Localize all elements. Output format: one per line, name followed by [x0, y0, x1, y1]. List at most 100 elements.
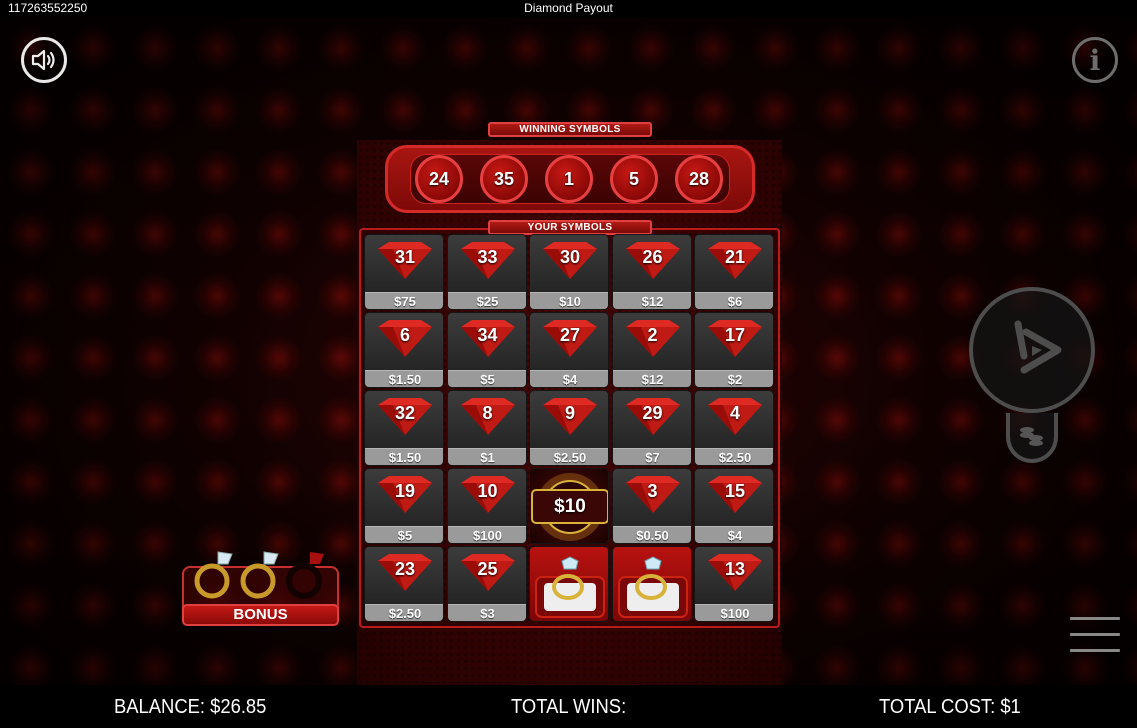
- hamburger-menu-icon[interactable]: [1070, 617, 1120, 655]
- symbol-number: 30: [559, 247, 581, 267]
- symbol-number: 29: [642, 403, 663, 423]
- symbol-number: 21: [724, 247, 746, 267]
- symbol-prize: $1.50: [365, 448, 443, 465]
- symbol-prize: $100: [695, 604, 773, 621]
- ring-box-icon: [535, 556, 605, 618]
- speaker-icon: [31, 49, 55, 71]
- symbol-cell[interactable]: 31 $75: [364, 234, 444, 310]
- menu-line: [1070, 649, 1120, 652]
- symbol-number: 19: [394, 481, 416, 501]
- bottom-bar: BALANCE: $26.85 TOTAL WINS: TOTAL COST: …: [0, 685, 1137, 728]
- instant-prize-value: $10: [554, 496, 586, 517]
- bonus-label: BONUS: [182, 604, 339, 626]
- symbol-prize: $2.50: [365, 604, 443, 621]
- coin-stack-icon: [1020, 427, 1043, 446]
- symbol-prize: $75: [365, 292, 443, 309]
- symbol-cell[interactable]: 4 $2.50: [694, 390, 774, 466]
- symbol-prize: $4: [530, 370, 608, 387]
- symbol-number: 34: [477, 325, 498, 345]
- winning-number: 1: [545, 155, 593, 203]
- symbol-number: 8: [482, 403, 493, 423]
- symbol-prize: $2.50: [695, 448, 773, 465]
- symbol-cell[interactable]: 17 $2: [694, 312, 774, 388]
- symbol-number: 32: [394, 403, 416, 423]
- symbol-prize: $12: [612, 370, 691, 387]
- symbol-prize: $2.50: [530, 448, 608, 465]
- winning-symbols-label: WINNING SYMBOLS: [488, 122, 652, 137]
- bet-coins-button[interactable]: [1006, 413, 1058, 463]
- symbol-cell[interactable]: 10 $100: [446, 468, 527, 544]
- symbol-cell[interactable]: 23 $2.50: [364, 546, 444, 622]
- sound-button[interactable]: [21, 37, 67, 83]
- symbol-number: 23: [394, 559, 416, 579]
- balance-label: BALANCE: $26.85: [114, 696, 267, 718]
- symbol-number: 31: [394, 247, 416, 267]
- ring-icon-empty: [286, 552, 324, 599]
- symbol-number: 3: [647, 481, 658, 501]
- symbol-prize: $4: [695, 526, 773, 543]
- symbol-number: 33: [477, 247, 498, 267]
- play-icon: [1014, 320, 1062, 374]
- symbol-prize: $7: [612, 448, 691, 465]
- symbol-cell[interactable]: 6 $1.50: [364, 312, 444, 388]
- symbol-cell[interactable]: 29 $7: [611, 390, 692, 466]
- symbol-prize: $5: [447, 370, 526, 387]
- ring-bonus-cell[interactable]: [529, 546, 609, 622]
- symbol-prize: $6: [695, 292, 773, 309]
- symbol-number: 13: [724, 559, 746, 579]
- top-bar: 117263552250 Diamond Payout: [0, 0, 1137, 17]
- symbol-cell[interactable]: 15 $4: [694, 468, 774, 544]
- symbol-cell[interactable]: 26 $12: [611, 234, 692, 310]
- winning-number: 5: [610, 155, 658, 203]
- symbol-cell[interactable]: 25 $3: [446, 546, 527, 622]
- symbol-cell[interactable]: 13 $100: [694, 546, 774, 622]
- symbol-prize: $10: [530, 292, 608, 309]
- menu-line: [1070, 617, 1120, 620]
- play-button[interactable]: [969, 287, 1095, 413]
- winning-number: 28: [675, 155, 723, 203]
- symbol-number: 15: [724, 481, 746, 501]
- symbol-number: 6: [399, 325, 410, 345]
- symbol-cell[interactable]: 3 $0.50: [611, 468, 692, 544]
- symbol-prize: $1.50: [365, 370, 443, 387]
- symbol-number: 17: [724, 325, 746, 345]
- info-icon: i: [1089, 43, 1101, 77]
- symbol-cell[interactable]: 27 $4: [529, 312, 609, 388]
- symbol-number: 4: [729, 403, 740, 423]
- info-button[interactable]: i: [1072, 37, 1118, 83]
- symbol-prize: $3: [447, 604, 526, 621]
- symbol-number: 26: [642, 247, 663, 267]
- symbol-cell[interactable]: 8 $1: [446, 390, 527, 466]
- symbol-prize: $5: [365, 526, 443, 543]
- symbol-cell[interactable]: 33 $25: [446, 234, 527, 310]
- total-cost-label: TOTAL COST: $1: [879, 696, 1021, 718]
- symbol-number: 25: [477, 559, 498, 579]
- symbol-cell[interactable]: 19 $5: [364, 468, 444, 544]
- winning-number: 24: [415, 155, 463, 203]
- symbol-cell[interactable]: 30 $10: [529, 234, 609, 310]
- window-title: Diamond Payout: [524, 1, 613, 15]
- symbol-prize: $25: [447, 292, 526, 309]
- symbol-cell[interactable]: 21 $6: [694, 234, 774, 310]
- symbol-cell[interactable]: 34 $5: [446, 312, 527, 388]
- symbol-prize: $0.50: [612, 526, 691, 543]
- ring-bonus-cell[interactable]: [611, 546, 692, 622]
- symbol-cell[interactable]: 32 $1.50: [364, 390, 444, 466]
- ring-icon: [194, 551, 233, 599]
- bonus-rings: [194, 551, 324, 599]
- ring-box-icon: [617, 556, 688, 618]
- symbol-prize: $2: [695, 370, 773, 387]
- your-symbols-label: YOUR SYMBOLS: [488, 220, 652, 235]
- symbol-number: 27: [559, 325, 581, 345]
- symbol-prize: $1: [447, 448, 526, 465]
- instant-prize-cell[interactable]: $10: [529, 468, 609, 544]
- symbol-cell[interactable]: 9 $2.50: [529, 390, 609, 466]
- symbol-number: 2: [647, 325, 658, 345]
- symbol-prize: $12: [612, 292, 691, 309]
- winning-number: 35: [480, 155, 528, 203]
- ring-icon: [240, 551, 279, 599]
- total-wins-label: TOTAL WINS:: [511, 696, 627, 718]
- bonus-meter: BONUS: [182, 548, 339, 628]
- symbol-cell[interactable]: 2 $12: [611, 312, 692, 388]
- symbol-prize: $100: [447, 526, 526, 543]
